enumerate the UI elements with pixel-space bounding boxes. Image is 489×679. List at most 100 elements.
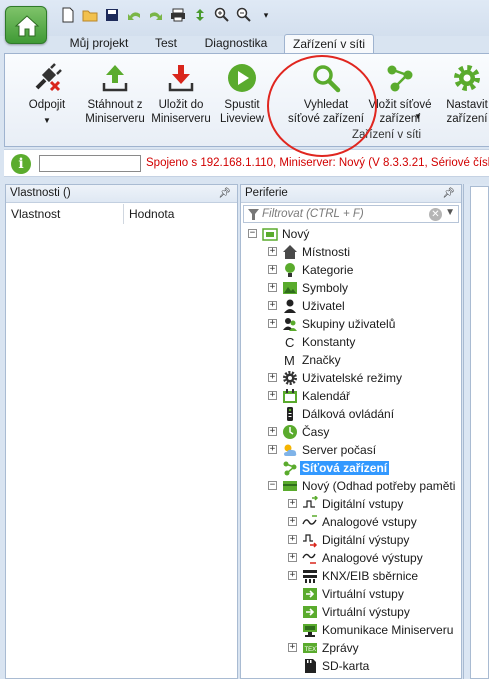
network-icon [283,461,297,476]
expand-icon[interactable]: + [288,553,297,562]
miniserver-icon [262,228,278,241]
tree-item-label: KNX/EIB sběrnice [322,569,419,583]
clock-icon [283,425,297,439]
network-nodes-icon [387,65,413,92]
tree-item[interactable]: + Uživatel [241,297,461,315]
virtual-output-icon [303,606,317,618]
tree-item-label: Místnosti [302,245,351,259]
workspace-canvas[interactable] [470,186,489,679]
properties-panel-header: Vlastnosti () 📌︎ [6,185,237,203]
tree-item[interactable]: Síťová zařízení [241,459,461,477]
clear-filter-icon[interactable]: ✕ [429,208,442,221]
expand-icon[interactable]: + [288,643,297,652]
expand-icon[interactable]: + [268,391,277,400]
pin-icon[interactable]: 📌︎ [442,185,455,202]
status-bar: i Spojeno s 192.168.1.110, Miniserver: N… [4,149,489,177]
expand-icon[interactable]: + [268,247,277,256]
pin-icon[interactable]: 📌︎ [218,185,231,202]
tree-item[interactable]: + Analogové vstupy [241,513,461,531]
tree-item[interactable]: + Symboly [241,279,461,297]
expand-icon[interactable]: + [268,319,277,328]
download-arrow-icon [168,65,194,92]
filter-dropdown-icon[interactable]: ▼ [445,207,455,218]
tab-muj-projekt[interactable]: Můj projekt [60,34,138,54]
tree-item[interactable]: − Nový [241,225,461,243]
more-dropdown-icon[interactable]: ▾ [258,7,274,23]
expand-icon[interactable]: + [268,445,277,454]
communication-icon [303,624,317,637]
redo-icon[interactable] [148,7,164,23]
tree-item[interactable]: + Digitální výstupy [241,531,461,549]
expand-icon[interactable]: + [268,301,277,310]
configure-device-button[interactable]: Nastavit zařízení [437,58,489,130]
disconnect-button[interactable]: Odpojit ▼ [17,58,77,130]
expand-icon[interactable]: + [288,499,297,508]
quick-access-toolbar: ▾ [60,7,274,23]
print-icon[interactable] [170,7,186,23]
expand-icon[interactable]: + [288,571,297,580]
digital-input-icon [303,496,318,508]
tree-item[interactable]: Virtuální výstupy [241,603,461,621]
periphery-panel-header: Periferie 📌︎ [241,185,461,203]
periphery-tree: − Nový + Místnosti + Kategorie + Symboly + Uživat… [241,225,461,678]
sync-icon[interactable] [192,7,208,23]
zoom-out-icon[interactable] [236,7,252,23]
tree-item[interactable]: + KNX/EIB sběrnice [241,567,461,585]
collapse-icon[interactable]: − [268,481,277,490]
undo-icon[interactable] [126,7,142,23]
save-to-miniserver-button[interactable]: Uložit do Miniserveru [145,58,217,130]
properties-panel: Vlastnosti () 📌︎ Vlastnost Hodnota [5,184,238,679]
ribbon-panel: Odpojit ▼ Stáhnout z Miniserveru Uložit … [4,53,489,147]
tree-item[interactable]: + Analogové výstupy [241,549,461,567]
tree-item-label: Symboly [302,281,349,295]
tree-item[interactable]: + Uživatelské režimy [241,369,461,387]
tree-item[interactable]: + Server počasí [241,441,461,459]
column-header-property[interactable]: Vlastnost [6,204,124,224]
download-from-miniserver-button[interactable]: Stáhnout z Miniserveru [79,58,151,130]
tree-item[interactable]: + Časy [241,423,461,441]
expand-icon[interactable]: + [268,265,277,274]
zoom-in-icon[interactable] [214,7,230,23]
tree-item[interactable]: + Místnosti [241,243,461,261]
save-icon[interactable] [104,7,120,23]
tree-item[interactable]: C Konstanty [241,333,461,351]
expand-icon[interactable]: + [268,373,277,382]
app-menu-button[interactable] [5,6,47,44]
play-icon [228,64,256,92]
status-search-input[interactable] [39,155,141,172]
tree-item-label: SD-karta [322,659,370,673]
tab-test[interactable]: Test [144,34,188,54]
tree-item[interactable]: + Kalendář [241,387,461,405]
tab-zarizeni-v-siti[interactable]: Zařízení v síti [284,34,374,54]
tree-item[interactable]: − Nový (Odhad potřeby paměti [241,477,461,495]
tree-item[interactable]: + TEXTZprávy [241,639,461,657]
collapse-icon[interactable]: − [248,229,257,238]
tree-item[interactable]: + Kategorie [241,261,461,279]
column-header-value[interactable]: Hodnota [124,204,237,224]
image-icon [283,282,297,294]
filter-input[interactable]: Filtrovat (CTRL + F) ✕ ▼ [243,205,459,223]
upload-arrow-icon [102,65,128,92]
gear-icon [283,371,297,385]
start-liveview-button[interactable]: Spustit Liveview [213,58,271,130]
expand-icon[interactable]: + [268,283,277,292]
tree-item[interactable]: Dálková ovládání [241,405,461,423]
expand-icon[interactable]: + [288,535,297,544]
save-to-label-2: Miniserveru [151,113,211,125]
tree-item[interactable]: Komunikace Miniserveru [241,621,461,639]
tree-item[interactable]: SD-karta [241,657,461,675]
tree-item[interactable]: + Skupiny uživatelů [241,315,461,333]
liveview-label-1: Spustit [224,99,260,111]
new-file-icon[interactable] [60,7,76,23]
tree-item[interactable]: Virtuální vstupy [241,585,461,603]
tree-item[interactable]: M Značky [241,351,461,369]
tree-item[interactable]: + Digitální vstupy [241,495,461,513]
tree-item-label: Konstanty [302,335,356,349]
expand-icon[interactable]: + [268,427,277,436]
tab-diagnostika[interactable]: Diagnostika [196,34,276,54]
expand-icon[interactable]: + [288,517,297,526]
calendar-icon [283,389,297,403]
tree-item-label: Analogové výstupy [322,551,423,565]
open-folder-icon[interactable] [82,7,98,23]
tree-item-label: Virtuální výstupy [322,605,410,619]
